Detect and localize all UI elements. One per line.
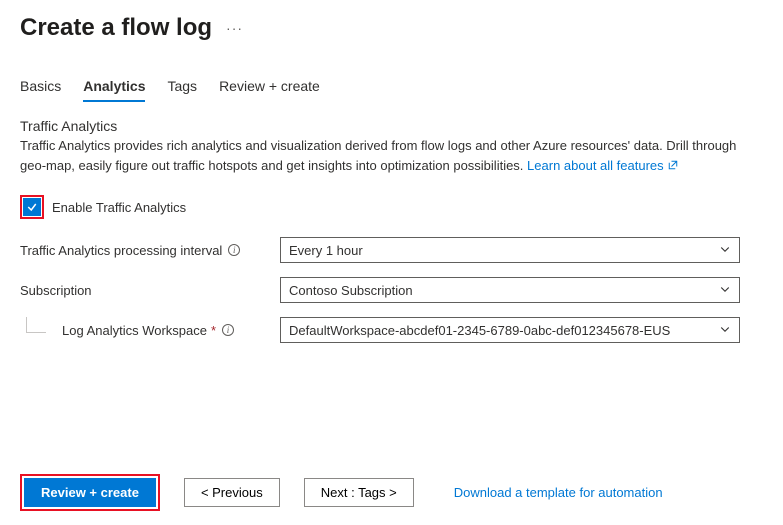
info-icon[interactable]: i <box>228 244 240 256</box>
page-title: Create a flow log <box>20 14 212 42</box>
footer: Review + create < Previous Next : Tags >… <box>20 474 763 511</box>
tab-tags[interactable]: Tags <box>167 78 197 102</box>
interval-label: Traffic Analytics processing interval i <box>20 243 280 258</box>
interval-value: Every 1 hour <box>289 243 363 258</box>
subscription-value: Contoso Subscription <box>289 283 413 298</box>
primary-button-highlight: Review + create <box>20 474 160 511</box>
tabs: Basics Analytics Tags Review + create <box>0 42 783 102</box>
subscription-label: Subscription <box>20 283 280 298</box>
download-template-link[interactable]: Download a template for automation <box>454 485 663 500</box>
next-button[interactable]: Next : Tags > <box>304 478 414 507</box>
previous-button[interactable]: < Previous <box>184 478 280 507</box>
more-actions-icon[interactable]: ··· <box>226 20 243 36</box>
learn-more-link[interactable]: Learn about all features <box>527 158 679 173</box>
enable-analytics-label: Enable Traffic Analytics <box>52 200 186 215</box>
info-icon[interactable]: i <box>222 324 234 336</box>
chevron-down-icon <box>719 323 731 338</box>
external-link-icon <box>667 158 679 173</box>
review-create-button[interactable]: Review + create <box>24 478 156 507</box>
section-heading: Traffic Analytics <box>20 118 763 134</box>
subscription-select[interactable]: Contoso Subscription <box>280 277 740 303</box>
checkbox-highlight <box>20 195 44 219</box>
workspace-value: DefaultWorkspace-abcdef01-2345-6789-0abc… <box>289 323 670 338</box>
chevron-down-icon <box>719 283 731 298</box>
tab-review[interactable]: Review + create <box>219 78 320 102</box>
learn-more-text: Learn about all features <box>527 158 664 173</box>
enable-analytics-checkbox[interactable] <box>23 198 41 216</box>
required-indicator: * <box>211 323 216 338</box>
tree-elbow-icon <box>26 317 46 333</box>
tab-basics[interactable]: Basics <box>20 78 61 102</box>
workspace-select[interactable]: DefaultWorkspace-abcdef01-2345-6789-0abc… <box>280 317 740 343</box>
chevron-down-icon <box>719 243 731 258</box>
section-description: Traffic Analytics provides rich analytic… <box>20 136 763 175</box>
checkmark-icon <box>26 201 38 213</box>
tab-analytics[interactable]: Analytics <box>83 78 145 102</box>
interval-select[interactable]: Every 1 hour <box>280 237 740 263</box>
workspace-label: Log Analytics Workspace * i <box>20 323 280 338</box>
